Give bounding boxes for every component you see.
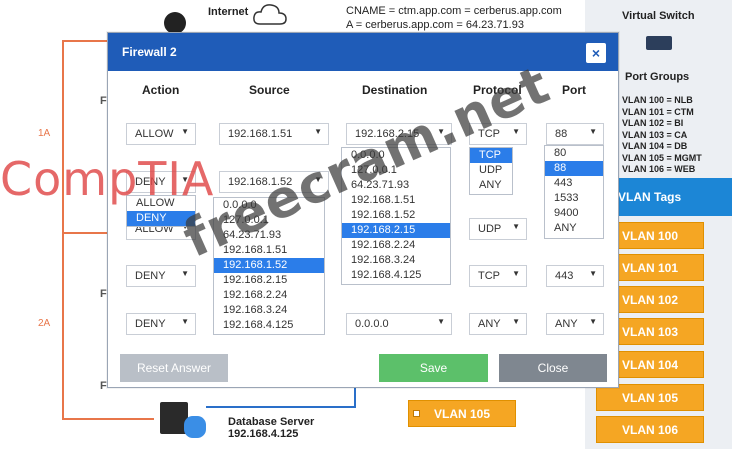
dropdown-option[interactable]: 9400 [545,206,603,221]
dropdown-arrow-icon: ▼ [437,317,445,326]
label-1a: 1A [38,128,51,139]
dropdown-option[interactable]: 1533 [545,191,603,206]
cname-record: CNAME = ctm.app.com = cerberus.app.com [346,5,562,17]
firewall-label: F [100,95,107,107]
dropdown-arrow-icon: ▼ [589,317,597,326]
firewall-label: F [100,380,107,392]
protocol-select[interactable]: TCP ▼ [469,265,527,287]
dropdown-option[interactable]: 192.168.1.52 [342,208,450,223]
close-button[interactable]: Close [499,354,607,382]
action-select[interactable]: DENY ▼ [126,313,196,335]
cloud-icon [253,4,287,25]
port-group-item: VLAN 105 = MGMT [622,152,702,163]
connector-line [62,232,108,234]
dialog-title: Firewall 2 [122,45,177,59]
dropdown-option[interactable]: 80 [545,146,603,161]
column-header-destination: Destination [362,83,428,97]
port-select[interactable]: 88 ▼ [546,123,604,145]
port-group-item: VLAN 104 = DB [622,141,688,151]
switch-icon [646,36,672,50]
reset-answer-button[interactable]: Reset Answer [120,354,228,382]
dropdown-option-selected[interactable]: 192.168.1.52 [214,258,324,273]
dropdown-arrow-icon: ▼ [512,269,520,278]
dropdown-option[interactable]: 192.168.2.24 [214,288,324,303]
database-icon [184,416,206,438]
connector-line [206,406,356,408]
port-group-item: VLAN 102 = BI [622,118,684,128]
connector-line [62,40,64,420]
dropdown-arrow-icon: ▼ [181,127,189,136]
column-header-source: Source [249,83,290,97]
port-groups-title: Port Groups [625,71,690,83]
port-dropdown-list: 80 88 443 1533 9400 ANY [544,145,604,239]
dropdown-option[interactable]: 192.168.3.24 [214,303,324,318]
a-record: A = cerberus.app.com = 64.23.71.93 [346,19,524,31]
connector-line [354,388,356,408]
protocol-select[interactable]: UDP ▼ [469,218,527,240]
dropdown-arrow-icon: ▼ [314,127,322,136]
vlan-106-tag[interactable]: VLAN 106 [596,416,704,443]
action-select[interactable]: ALLOW▼ [126,123,196,145]
dropdown-arrow-icon: ▼ [512,222,520,231]
port-group-item: VLAN 106 = WEB [622,164,696,174]
dropdown-arrow-icon: ▼ [512,317,520,326]
checkbox-icon [413,410,420,417]
dropdown-option[interactable]: ANY [470,178,512,193]
close-icon[interactable]: × [586,43,606,63]
source-select[interactable]: 192.168.1.51 ▼ [219,123,329,145]
dropdown-arrow-icon: ▼ [589,127,597,136]
dropdown-option-selected[interactable]: 192.168.2.15 [342,223,450,238]
dropdown-option[interactable]: 192.168.2.15 [214,273,324,288]
comptia-watermark: CompTIA [0,152,215,206]
dropdown-option[interactable]: 192.168.3.24 [342,253,450,268]
dropdown-arrow-icon: ▼ [181,269,189,278]
connector-line [62,40,108,42]
virtual-switch-title: Virtual Switch [622,10,695,22]
dropdown-arrow-icon: ▼ [181,317,189,326]
user-icon [164,12,186,34]
dropdown-arrow-icon: ▼ [589,269,597,278]
destination-select[interactable]: 0.0.0.0 ▼ [346,313,452,335]
protocol-dropdown-list: TCP UDP ANY [469,147,513,195]
port-group-item: VLAN 103 = CA [622,129,688,140]
label-2a: 2A [38,318,51,329]
vlan-105-tag[interactable]: VLAN 105 [408,400,516,427]
port-group-item: VLAN 100 = NLB [622,95,693,105]
protocol-select[interactable]: ANY ▼ [469,313,527,335]
internet-label: Internet [208,6,249,18]
database-server-label: Database Server 192.168.4.125 [228,416,315,440]
column-header-port: Port [562,83,586,97]
connector-line [62,418,154,420]
action-select[interactable]: DENY ▼ [126,265,196,287]
dns-records: CNAME = ctm.app.com = cerberus.app.com A… [346,4,562,32]
dropdown-option[interactable]: UDP [470,163,512,178]
port-groups-list: VLAN 100 = NLB VLAN 101 = CTM VLAN 102 =… [622,95,702,176]
save-button[interactable]: Save [379,354,488,382]
dropdown-option[interactable]: 192.168.4.125 [214,318,324,333]
port-select[interactable]: ANY ▼ [546,313,604,335]
dropdown-option[interactable]: 443 [545,176,603,191]
vlan-105-tag[interactable]: VLAN 105 [596,384,704,411]
dropdown-option-selected[interactable]: TCP [470,148,512,163]
dropdown-option[interactable]: 192.168.4.125 [342,268,450,283]
port-group-item: VLAN 101 = CTM [622,106,694,117]
column-header-action: Action [142,83,180,97]
dropdown-option-selected[interactable]: 88 [545,161,603,176]
dialog-header: Firewall 2 × [108,33,618,71]
dropdown-option[interactable]: 192.168.2.24 [342,238,450,253]
dropdown-option[interactable]: ANY [545,221,603,236]
port-select[interactable]: 443 ▼ [546,265,604,287]
firewall-label: F [100,288,107,300]
